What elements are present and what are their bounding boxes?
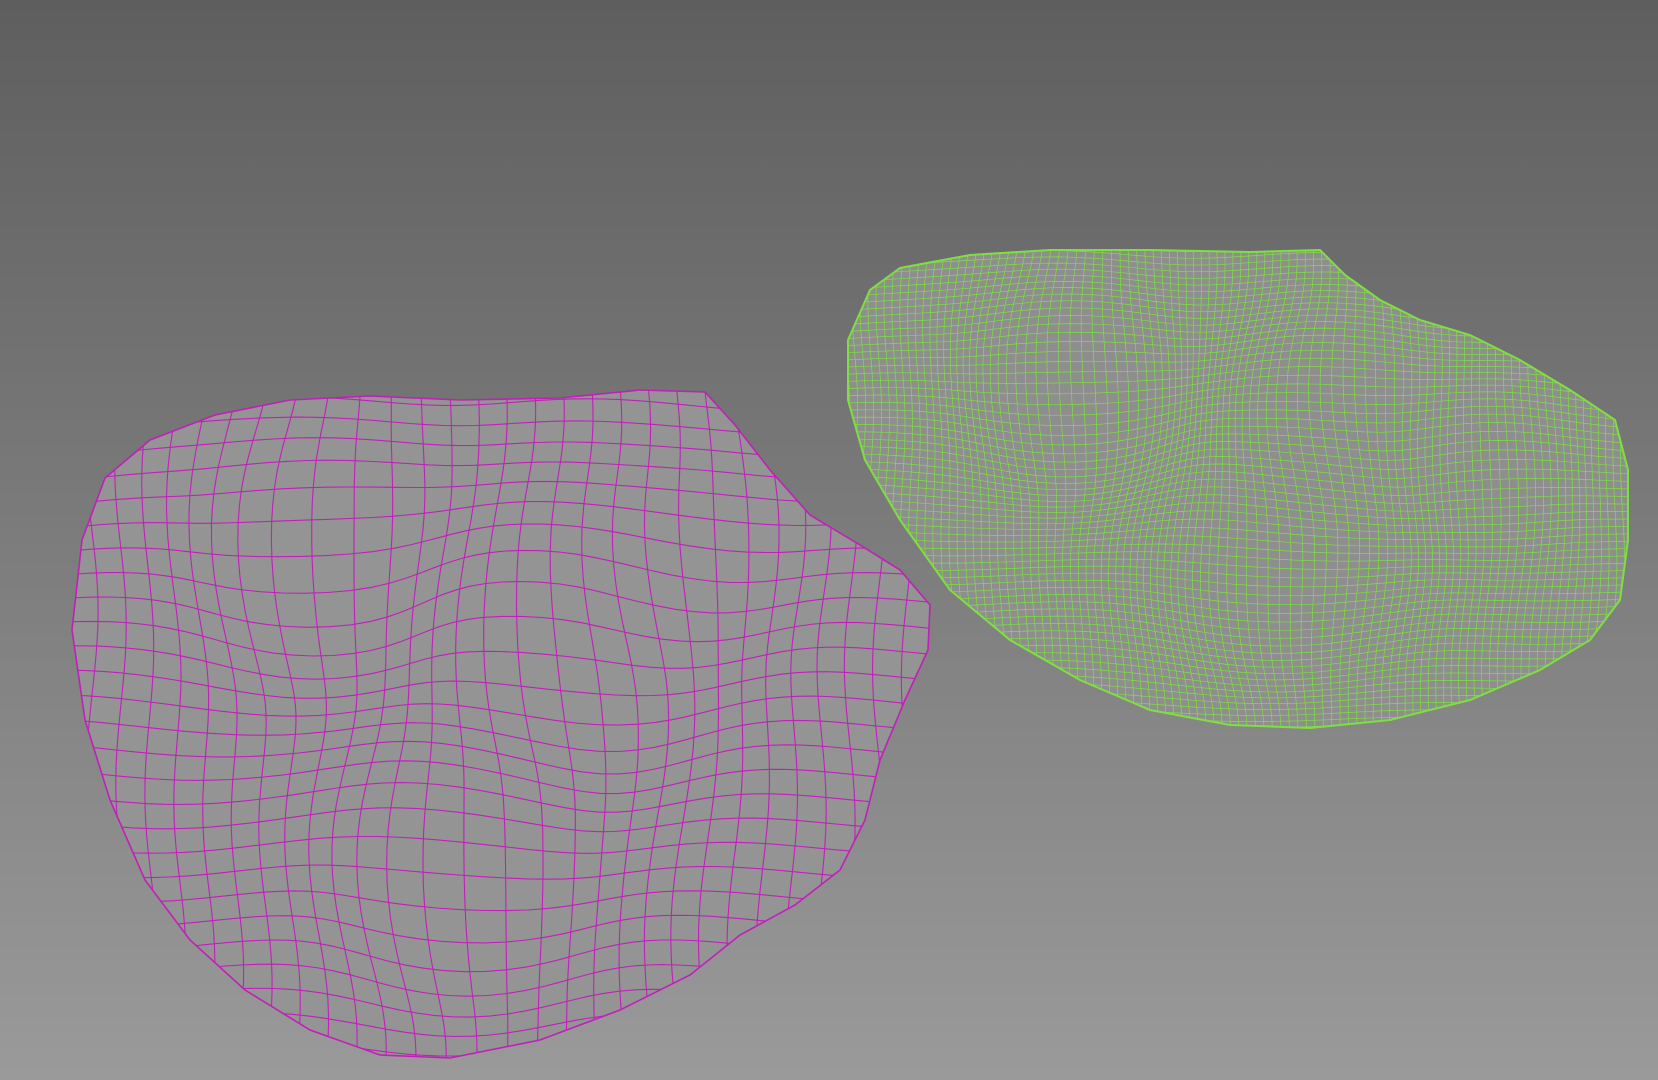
3d-viewport[interactable] <box>0 0 1658 1080</box>
viewport-scene[interactable] <box>0 0 1658 1080</box>
